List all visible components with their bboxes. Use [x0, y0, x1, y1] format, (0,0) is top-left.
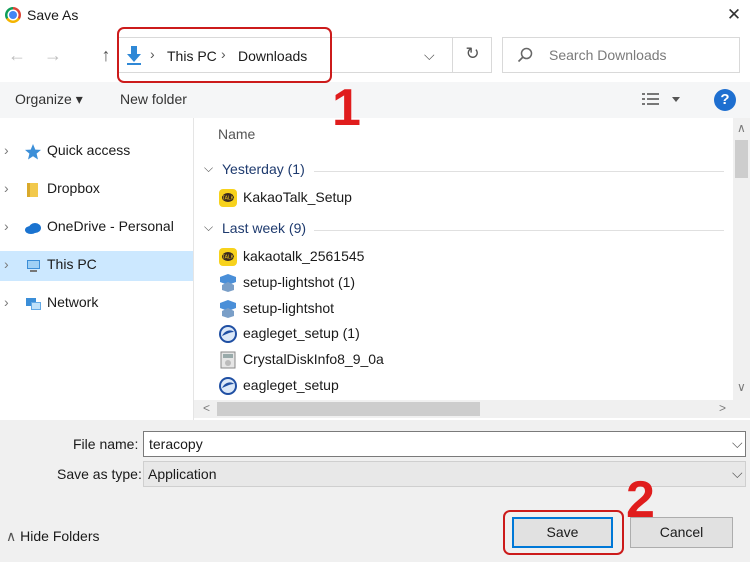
group-divider [314, 171, 724, 172]
network-icon [26, 298, 41, 310]
kakao-icon: TALK [219, 248, 237, 266]
eagleget-icon [219, 377, 237, 395]
file-name-label: File name: [73, 436, 139, 452]
search-placeholder: Search Downloads [549, 47, 667, 63]
chevron-right-icon[interactable]: › [4, 218, 9, 234]
back-button[interactable]: ← [6, 42, 28, 68]
title-bar [0, 0, 750, 32]
cloud-icon [25, 223, 41, 234]
refresh-button[interactable]: ↻ [452, 37, 492, 73]
up-button[interactable]: ↑ [95, 42, 117, 68]
chevron-right-icon[interactable]: › [4, 180, 9, 196]
group-divider [314, 230, 724, 231]
sidebar-item-label: Network [47, 294, 99, 310]
file-name: eagleget_setup [243, 377, 339, 393]
sidebar-item-onedrive[interactable]: › OneDrive - Personal [0, 213, 193, 243]
list-item[interactable]: TALK kakaotalk_2561545 [218, 245, 718, 269]
sidebar-item-this-pc[interactable]: › This PC [0, 251, 193, 281]
file-name: setup-lightshot (1) [243, 274, 356, 290]
sidebar-item-label: This PC [47, 256, 97, 272]
annotation-step-2: 2 [626, 471, 655, 529]
list-item[interactable]: setup-lightshot (1) [218, 271, 718, 295]
sidebar-item-label: Dropbox [47, 180, 100, 196]
forward-button[interactable]: → [42, 42, 64, 68]
star-icon [25, 144, 41, 160]
save-type-dropdown-chevron-icon[interactable]: ⌵ [732, 465, 743, 482]
sidebar-item-dropbox[interactable]: › Dropbox [0, 175, 193, 205]
sidebar-item-label: Quick access [47, 142, 131, 158]
file-name: KakaoTalk_Setup [243, 189, 352, 205]
chrome-icon [5, 7, 21, 23]
file-name: setup-lightshot [243, 300, 335, 316]
hide-folders-label: Hide Folders [20, 528, 100, 544]
file-name: kakaotalk_2561545 [243, 248, 365, 264]
organize-button[interactable]: Organize ▾ [15, 91, 83, 108]
save-as-type-label: Save as type: [57, 466, 142, 482]
chevron-right-icon[interactable]: › [4, 294, 9, 310]
sidebar-item-quick-access[interactable]: › Quick access [0, 137, 193, 167]
file-name: CrystalDiskInfo8_9_0a [243, 351, 384, 367]
save-as-type-select[interactable] [143, 461, 746, 487]
computer-icon [27, 260, 40, 272]
chevron-up-icon: ∧ [6, 528, 21, 544]
help-icon[interactable]: ? [714, 89, 736, 111]
group-header-yesterday[interactable]: ⌵ Yesterday (1) [204, 161, 724, 181]
sidebar-item-network[interactable]: › Network [0, 289, 193, 319]
file-name: eagleget_setup (1) [243, 325, 360, 341]
kakao-icon: TALK [219, 189, 237, 207]
sidebar-item-label: OneDrive - Personal [47, 218, 174, 234]
new-folder-button[interactable]: New folder [120, 91, 187, 107]
chevron-down-icon[interactable]: ⌵ [204, 220, 213, 235]
window-title: Save As [27, 7, 79, 23]
close-button[interactable]: ✕ [718, 0, 750, 32]
chevron-down-icon[interactable]: ⌵ [204, 161, 213, 176]
group-header-last-week[interactable]: ⌵ Last week (9) [204, 220, 724, 240]
annotation-step-1: 1 [332, 79, 361, 137]
crystaldisk-icon [220, 351, 236, 369]
file-name-dropdown-chevron-icon[interactable]: ⌵ [732, 435, 743, 452]
toolbar [0, 82, 750, 118]
column-header-name[interactable]: Name [218, 126, 255, 142]
folder-icon [27, 183, 38, 197]
scroll-down-icon[interactable]: ∨ [737, 380, 746, 394]
svg-text:TALK: TALK [222, 255, 235, 261]
eagleget-icon [219, 325, 237, 343]
list-item[interactable]: eagleget_setup (1) [218, 322, 718, 346]
vertical-scroll-thumb[interactable] [735, 140, 748, 178]
scroll-left-icon[interactable]: < [203, 401, 210, 415]
group-label: Last week (9) [222, 220, 307, 236]
list-item[interactable]: setup-lightshot [218, 297, 718, 321]
hide-folders-button[interactable]: ∧ Hide Folders [6, 528, 100, 545]
lightshot-icon [220, 274, 236, 292]
scroll-up-icon[interactable]: ∧ [737, 121, 746, 135]
scroll-right-icon[interactable]: > [719, 401, 726, 415]
search-icon [517, 47, 533, 63]
lightshot-icon [220, 300, 236, 318]
horizontal-scroll-thumb[interactable] [217, 402, 480, 416]
svg-text:TALK: TALK [222, 196, 235, 202]
list-item[interactable]: eagleget_setup [218, 374, 718, 398]
chevron-right-icon[interactable]: › [4, 142, 9, 158]
save-as-type-value[interactable]: Application [148, 466, 217, 482]
address-dropdown-chevron-icon[interactable]: ⌵ [424, 47, 435, 64]
list-item[interactable]: TALK KakaoTalk_Setup [218, 186, 718, 210]
annotation-highlight-address [117, 27, 332, 83]
file-name-input[interactable] [143, 431, 746, 457]
view-options-icon[interactable] [642, 92, 682, 106]
annotation-highlight-save [503, 510, 624, 555]
group-label: Yesterday (1) [222, 161, 305, 177]
list-item[interactable]: CrystalDiskInfo8_9_0a [218, 348, 718, 372]
file-name-value[interactable]: teracopy [149, 436, 203, 452]
chevron-right-icon[interactable]: › [4, 256, 9, 272]
